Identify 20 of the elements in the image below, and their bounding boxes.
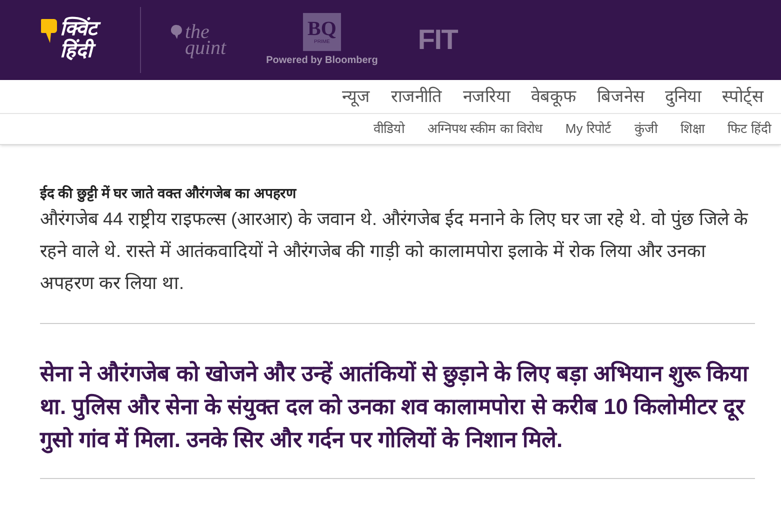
nav-link[interactable]: कुंजी bbox=[634, 119, 658, 139]
article-subheading: ईद की छुट्टी में घर जाते वक्त औरंगजेब का अपहरण bbox=[40, 184, 298, 203]
nav-link[interactable]: शिक्षा bbox=[680, 119, 704, 139]
nav-link[interactable]: My रिपोर्ट bbox=[565, 119, 612, 139]
nav-link[interactable]: फिट हिंदी bbox=[727, 119, 771, 139]
nav-link[interactable]: बिजनेस bbox=[597, 84, 644, 110]
speech-bubble-icon bbox=[40, 18, 58, 44]
highlight-quote: सेना ने औरंगजेब को खोजने और उन्हें आतंकियों से छुड़ाने के लिए बड़ा अभियान शुरू किया था. पुलिस और सेना के संयुक्त दल को उनका शव कालामपोरा से करीब 10 किलोमीटर दूर गुसो गांव में मिला. उनके सिर और गर्दन पर गोलियों के निशान मिले. bbox=[40, 360, 750, 456]
nav-link[interactable]: अग्निपथ स्कीम का विरोध bbox=[428, 119, 542, 139]
nav-link[interactable]: नजरिया bbox=[463, 84, 510, 110]
brand-logo[interactable]: क्विंट हिंदी bbox=[40, 18, 110, 62]
nav-link[interactable]: दुनिया bbox=[665, 84, 701, 110]
nav-link[interactable]: वेबकूफ bbox=[531, 84, 576, 110]
nav-link[interactable]: न्यूज bbox=[342, 84, 370, 110]
nav-link[interactable]: वीडियो bbox=[374, 119, 405, 139]
nav-link[interactable]: स्पोर्ट्स bbox=[722, 84, 763, 110]
quint-logo[interactable]: the quint bbox=[171, 24, 226, 56]
article-paragraph: औरंगजेब 44 राष्ट्रीय राइफल्स (आरआर) के जवान थे. औरंगजेब ईद मनाने के लिए घर जा रहे थे. वो पुंछ जिले के रहने वाले थे. रास्ते में आतंकवादियों ने औरंगजेब की गाड़ी को कालामपोरा इलाके में रोक लिया और उनका अपहरण कर लिया था. bbox=[40, 208, 750, 295]
nav-link[interactable]: राजनीति bbox=[391, 84, 442, 110]
fit-logo[interactable]: FIT bbox=[418, 25, 458, 55]
